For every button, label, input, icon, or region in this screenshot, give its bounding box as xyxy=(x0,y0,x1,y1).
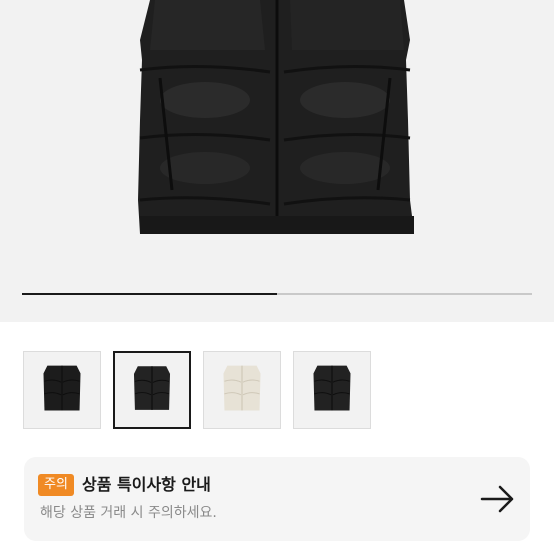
product-notice-card[interactable]: 주의 상품 특이사항 안내 해당 상품 거래 시 주의하세요. xyxy=(24,457,530,541)
caution-badge: 주의 xyxy=(38,474,74,496)
thumbnail-black-vest-logo[interactable] xyxy=(293,351,371,429)
thumbnail-black-vest-alt[interactable] xyxy=(113,351,191,429)
notice-title: 상품 특이사항 안내 xyxy=(82,475,211,494)
gallery-progress-bar xyxy=(22,293,532,295)
notice-subtitle: 해당 상품 거래 시 주의하세요. xyxy=(40,505,217,521)
product-image-area[interactable] xyxy=(0,0,554,322)
vest-thumbnail-icon xyxy=(223,365,261,411)
vest-thumbnail-icon xyxy=(43,365,81,411)
vest-thumbnail-icon xyxy=(133,366,171,410)
thumbnail-cream-vest[interactable] xyxy=(203,351,281,429)
vest-thumbnail-icon xyxy=(313,365,351,411)
puffer-vest-image xyxy=(138,0,414,234)
gallery-progress-fill xyxy=(22,293,277,295)
thumbnail-black-vest-front[interactable] xyxy=(23,351,101,429)
arrow-right-icon[interactable] xyxy=(480,483,516,515)
